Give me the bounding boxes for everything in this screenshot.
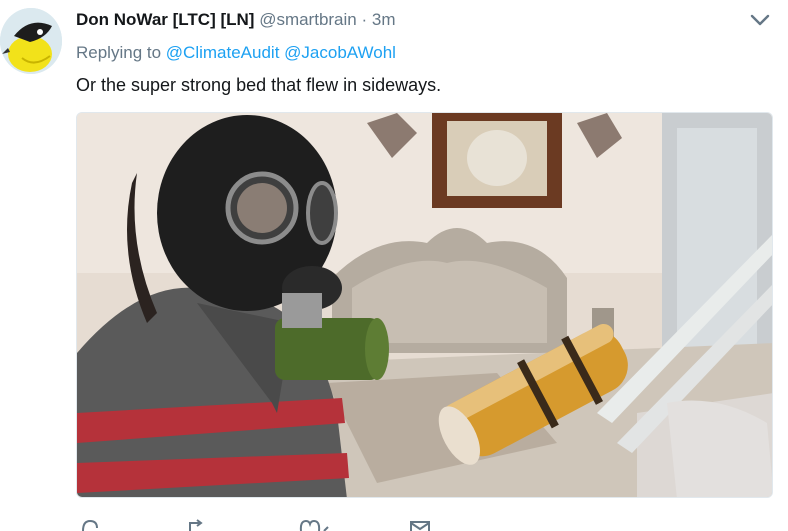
- author-handle[interactable]: @smartbrain: [259, 10, 357, 29]
- tweet-header: Don NoWar [LTC] [LN] @smartbrain · 3m: [76, 10, 396, 30]
- tweet-photo[interactable]: [76, 112, 773, 498]
- envelope-icon[interactable]: [409, 518, 431, 531]
- author-name[interactable]: Don NoWar [LTC] [LN]: [76, 10, 254, 29]
- tweet-timestamp[interactable]: 3m: [372, 10, 396, 29]
- avatar[interactable]: [0, 8, 62, 74]
- replying-to: Replying to @ClimateAudit @JacobAWohl: [76, 43, 396, 63]
- replying-label: Replying to: [76, 43, 162, 62]
- bird-avatar-icon: [0, 8, 62, 74]
- tweet-text: Or the super strong bed that flew in sid…: [76, 75, 442, 95]
- chevron-down-icon[interactable]: [750, 12, 770, 28]
- retweet-icon[interactable]: [186, 518, 210, 531]
- photo-image: [77, 113, 772, 497]
- mention-link[interactable]: @JacobAWohl: [284, 43, 396, 62]
- tweet-actions: [76, 518, 496, 531]
- reply-icon[interactable]: [80, 518, 100, 531]
- heart-icon[interactable]: [298, 518, 330, 531]
- mention-link[interactable]: @ClimateAudit: [166, 43, 280, 62]
- time-separator: ·: [361, 10, 368, 29]
